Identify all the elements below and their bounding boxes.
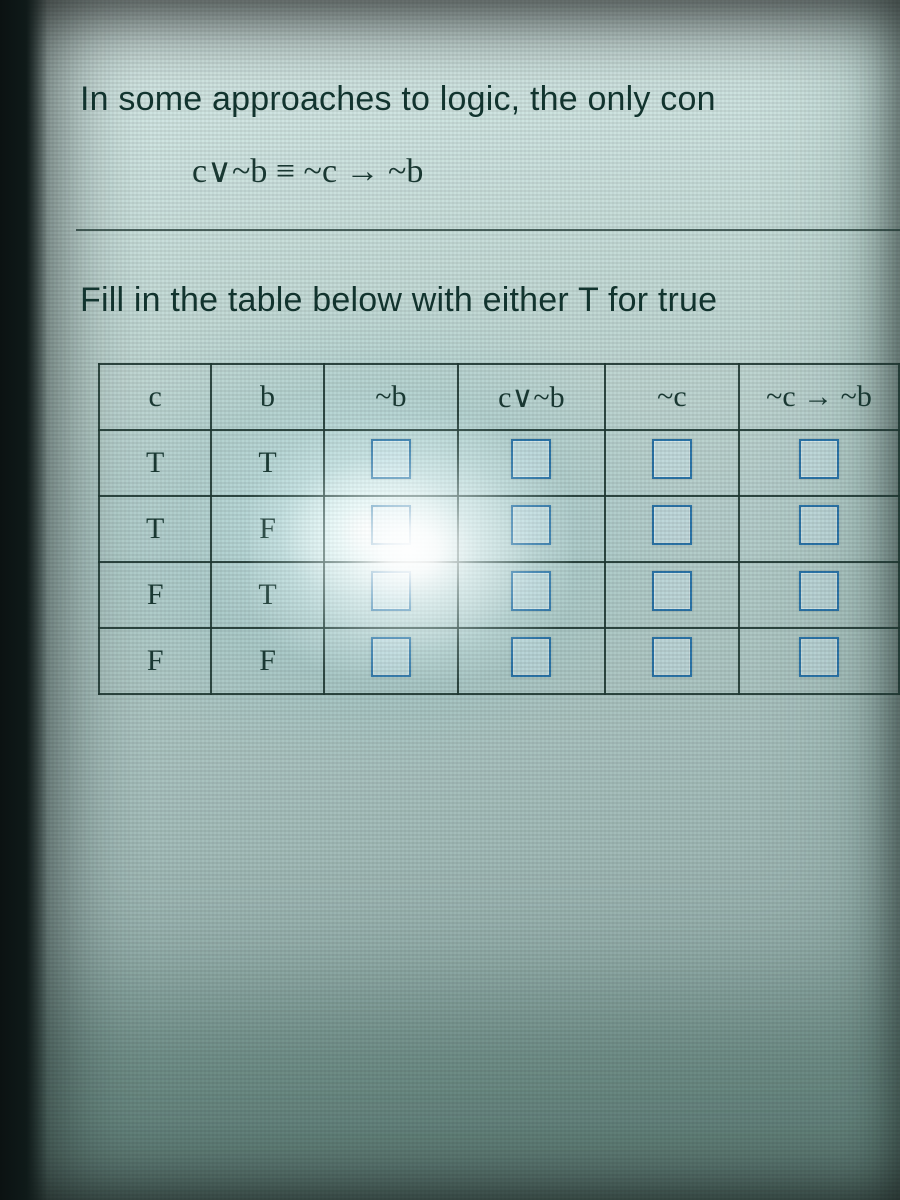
- col-header-b: b: [211, 364, 323, 430]
- col-header-c: c: [99, 364, 211, 430]
- cell-c: T: [99, 496, 211, 562]
- answer-input[interactable]: [799, 571, 839, 611]
- cell-input: [739, 562, 899, 628]
- answer-input[interactable]: [371, 505, 411, 545]
- answer-input[interactable]: [511, 571, 551, 611]
- instruction-text: Fill in the table below with either T fo…: [80, 279, 900, 322]
- cell-b: F: [211, 496, 323, 562]
- answer-input[interactable]: [371, 571, 411, 611]
- cell-input: [324, 496, 458, 562]
- col-header-not-b: ~b: [324, 364, 458, 430]
- cell-input: [324, 562, 458, 628]
- col-header-not-c: ~c: [605, 364, 739, 430]
- cell-b: T: [211, 430, 323, 496]
- cell-c: T: [99, 430, 211, 496]
- cell-b: F: [211, 628, 323, 694]
- logical-expression: c∨~b ≡ ~c → ~b: [192, 151, 900, 191]
- answer-input[interactable]: [511, 439, 551, 479]
- cell-input: [324, 628, 458, 694]
- table-header-row: c b ~b c∨~b ~c ~c → ~b: [99, 364, 899, 430]
- answer-input[interactable]: [511, 505, 551, 545]
- answer-input[interactable]: [511, 637, 551, 677]
- cell-input: [324, 430, 458, 496]
- cell-input: [605, 628, 739, 694]
- table-row: F F: [99, 628, 899, 694]
- cell-input: [458, 496, 605, 562]
- cell-input: [605, 496, 739, 562]
- cell-input: [458, 562, 605, 628]
- table-row: T F: [99, 496, 899, 562]
- divider: [76, 229, 900, 231]
- answer-input[interactable]: [652, 505, 692, 545]
- intro-text: In some approaches to logic, the only co…: [80, 78, 900, 121]
- table-row: F T: [99, 562, 899, 628]
- cell-c: F: [99, 562, 211, 628]
- answer-input[interactable]: [652, 637, 692, 677]
- col-header-c-or-notb: c∨~b: [458, 364, 605, 430]
- truth-table: c b ~b c∨~b ~c ~c → ~b T T: [98, 363, 900, 695]
- answer-input[interactable]: [652, 571, 692, 611]
- col-header-notc-imp-notb: ~c → ~b: [739, 364, 899, 430]
- answer-input[interactable]: [371, 439, 411, 479]
- screen-photo: In some approaches to logic, the only co…: [0, 0, 900, 1200]
- cell-input: [605, 562, 739, 628]
- answer-input[interactable]: [799, 439, 839, 479]
- answer-input[interactable]: [799, 505, 839, 545]
- cell-input: [458, 430, 605, 496]
- question-content: In some approaches to logic, the only co…: [0, 0, 900, 695]
- cell-input: [458, 628, 605, 694]
- cell-b: T: [211, 562, 323, 628]
- table-row: T T: [99, 430, 899, 496]
- answer-input[interactable]: [799, 637, 839, 677]
- cell-c: F: [99, 628, 211, 694]
- cell-input: [605, 430, 739, 496]
- cell-input: [739, 628, 899, 694]
- answer-input[interactable]: [371, 637, 411, 677]
- cell-input: [739, 430, 899, 496]
- answer-input[interactable]: [652, 439, 692, 479]
- cell-input: [739, 496, 899, 562]
